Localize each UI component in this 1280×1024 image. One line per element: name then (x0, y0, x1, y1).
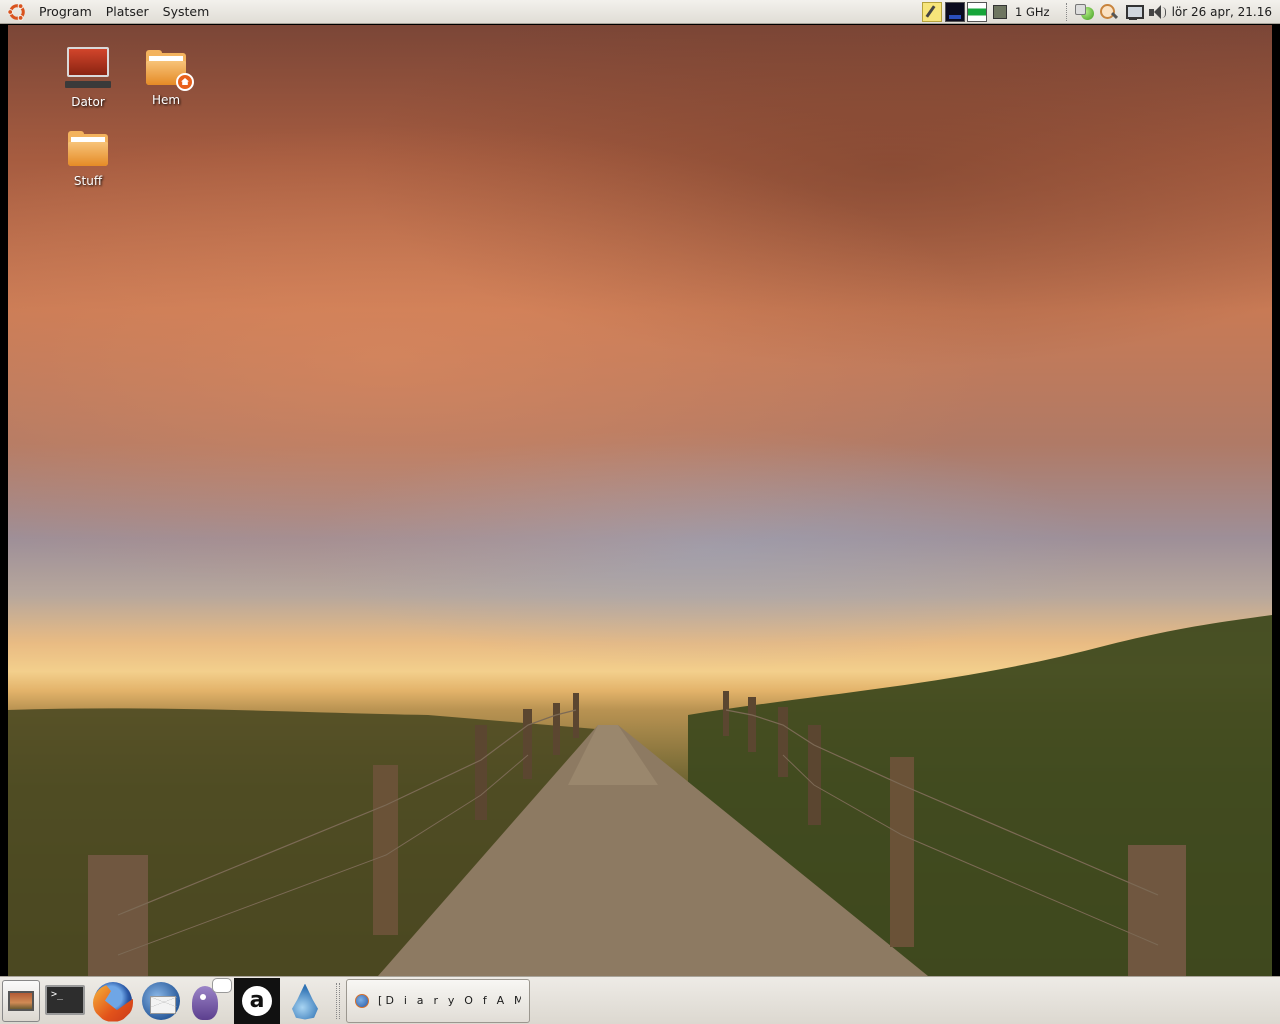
clock[interactable]: lör 26 apr, 21.16 (1172, 5, 1272, 19)
desktop-icon-label: Stuff (73, 174, 103, 188)
terminal-icon (45, 984, 85, 1015)
menu-program[interactable]: Program (32, 0, 99, 24)
taskbar-window-button[interactable]: [D i a r y O f A M a d m ... (346, 978, 530, 1023)
desktop-icon-stuff[interactable]: Stuff (48, 128, 128, 188)
show-desktop-icon (8, 990, 34, 1011)
desktop-icon-label: Hem (151, 93, 181, 107)
home-folder-icon (144, 47, 194, 91)
bottom-panel: a [D i a r y O f A M a d m ... (0, 976, 1280, 1024)
pidgin-launcher[interactable] (186, 977, 232, 1024)
folder-icon (66, 128, 110, 172)
taskbar-window-title: [D i a r y O f A M a d m ... (378, 994, 521, 1007)
globe-icon[interactable] (1074, 2, 1096, 22)
desktop-icon-label: Dator (71, 95, 105, 109)
terminal-launcher[interactable] (42, 978, 88, 1024)
ubuntu-logo-icon[interactable] (7, 2, 27, 22)
search-icon[interactable] (1098, 2, 1120, 22)
anjuta-icon: a (242, 985, 272, 1016)
volume-icon[interactable] (1146, 2, 1168, 22)
boardwalk-scene (8, 615, 1272, 976)
computer-icon (65, 47, 111, 93)
desktop[interactable]: Dator Hem Stuff (0, 25, 1280, 976)
thunderbird-launcher[interactable] (138, 978, 184, 1024)
top-panel: Program Platser System 1 GHz lör 26 apr,… (0, 0, 1280, 24)
network-icon[interactable] (1122, 2, 1144, 22)
desktop-icon-hem[interactable]: Hem (126, 47, 206, 107)
menu-system[interactable]: System (156, 0, 217, 24)
drop-icon (292, 983, 318, 1020)
show-desktop-button[interactable] (2, 979, 40, 1022)
cpu-frequency-label: 1 GHz (1015, 4, 1050, 19)
menu-platser[interactable]: Platser (99, 0, 156, 24)
anjuta-launcher[interactable]: a (234, 977, 280, 1024)
system-tray: 1 GHz lör 26 apr, 21.16 (922, 0, 1280, 24)
firefox-launcher[interactable] (90, 978, 136, 1024)
desktop-icon-dator[interactable]: Dator (48, 47, 128, 109)
notes-icon[interactable] (922, 1, 943, 22)
firefox-small-icon (355, 993, 369, 1008)
network-monitor-icon[interactable] (967, 1, 988, 22)
drop-launcher[interactable] (282, 978, 328, 1024)
cpu-frequency-icon[interactable] (989, 2, 1011, 22)
system-monitor-icon[interactable] (945, 1, 966, 22)
wallpaper (8, 25, 1272, 976)
